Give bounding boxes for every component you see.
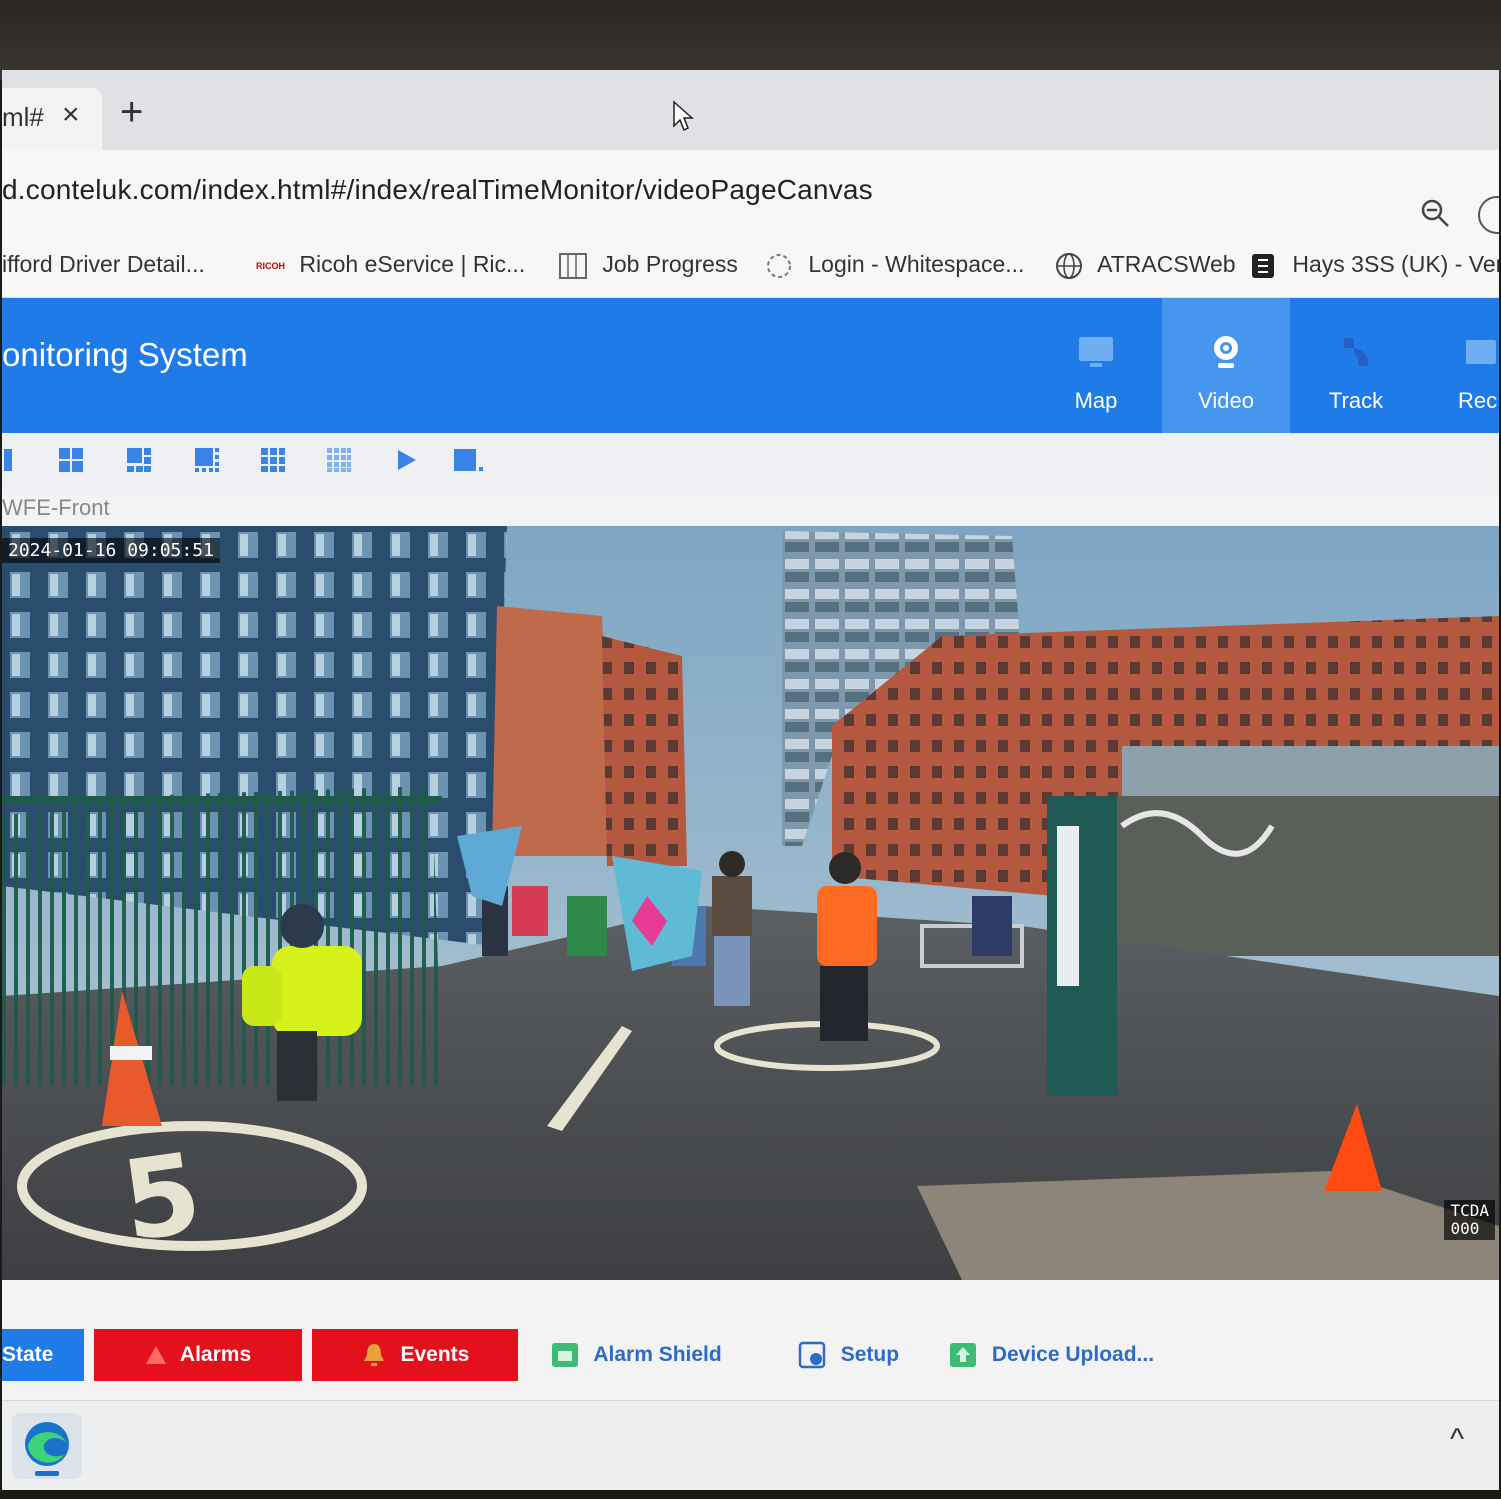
shield-icon — [552, 1343, 579, 1368]
video-feed[interactable]: 5 2024-01-16 09:05:51 TCDA 000 — [2, 526, 1499, 1280]
bookmark-label: ifford Driver Detail... — [2, 251, 205, 277]
bookmarks-bar: ifford Driver Detail... RICOH Ricoh eSer… — [2, 235, 1499, 298]
tab-label: Setup — [840, 1343, 900, 1366]
ws-icon — [767, 253, 791, 278]
layout-4-icon[interactable] — [58, 447, 84, 473]
nav-label: Track — [1328, 388, 1384, 413]
tab-label: State — [2, 1343, 54, 1366]
tab-alarm-shield[interactable]: Alarm Shield — [546, 1329, 726, 1381]
bookmark-job-progress[interactable]: Job Progress — [558, 251, 738, 280]
app-header: onitoring System Map Video Track Rec — [2, 298, 1499, 433]
bookmark-ricoh[interactable]: RICOH Ricoh eService | Ric... — [256, 251, 525, 278]
layout-6-icon[interactable] — [126, 447, 152, 473]
bookmark-driver-detail[interactable]: ifford Driver Detail... — [2, 251, 205, 278]
nav-record[interactable]: Rec — [1422, 298, 1499, 433]
mouse-cursor-icon — [673, 100, 694, 132]
browser-tab-strip: ml# × + — [2, 70, 1499, 150]
chevron-up-icon[interactable]: ^ — [1450, 1423, 1464, 1457]
tab-label: Events — [400, 1343, 470, 1366]
nav-map[interactable]: Map — [1032, 298, 1160, 433]
nav-video[interactable]: Video — [1162, 298, 1290, 433]
channel-label: WFE-Front — [2, 495, 110, 520]
bell-icon — [363, 1344, 384, 1367]
zoom-out-icon[interactable] — [1420, 198, 1450, 228]
record-icon — [1466, 340, 1496, 364]
monitor-bezel — [0, 0, 1501, 80]
edge-browser-icon[interactable] — [12, 1413, 82, 1479]
bookmark-label: Job Progress — [602, 251, 738, 277]
layout-8-icon[interactable] — [194, 447, 220, 473]
bookmark-atracsweb[interactable]: ATRACSWeb — [1054, 251, 1236, 281]
layout-1-icon[interactable] — [2, 447, 14, 473]
ricoh-logo-icon: RICOH — [256, 260, 285, 271]
nav-label: Rec — [1458, 388, 1498, 413]
bookmark-label: Hays 3SS (UK) - Ven... — [1292, 251, 1499, 278]
tab-state[interactable]: State — [2, 1329, 84, 1381]
address-bar[interactable]: d.conteluk.com/index.html#/index/realTim… — [2, 150, 1499, 235]
warning-icon — [145, 1346, 166, 1365]
tab-setup[interactable]: Setup — [788, 1329, 908, 1381]
screen: ml# × + d.conteluk.com/index.html#/index… — [2, 70, 1499, 1490]
nav-label: Video — [1198, 388, 1254, 413]
tab-device-upload[interactable]: Device Upload... — [946, 1329, 1156, 1381]
bookmark-label: Ricoh eService | Ric... — [299, 251, 526, 277]
hays-logo-icon — [1252, 254, 1274, 278]
nav-track[interactable]: Track — [1292, 298, 1420, 433]
bookmark-whitespace[interactable]: Login - Whitespace... — [764, 251, 1024, 280]
webcam-icon — [1214, 336, 1238, 368]
play-icon[interactable] — [394, 447, 420, 473]
url-text[interactable]: d.conteluk.com/index.html#/index/realTim… — [2, 174, 873, 206]
tab-label: Device Upload... — [991, 1343, 1155, 1366]
tab-events[interactable]: Events — [312, 1329, 518, 1381]
new-tab-button[interactable]: + — [120, 92, 143, 132]
video-corner-osd: TCDA 000 — [1444, 1200, 1495, 1240]
monitor-icon — [1079, 337, 1113, 367]
nav-label: Map — [1074, 388, 1118, 413]
camera-scene: 5 — [2, 526, 1499, 1280]
layout-9-icon[interactable] — [260, 447, 286, 473]
bookmark-label: Login - Whitespace... — [808, 251, 1025, 277]
tab-alarms[interactable]: Alarms — [94, 1329, 302, 1381]
video-layout-toolbar — [2, 433, 1499, 495]
tab-label: Alarm Shield — [593, 1343, 722, 1366]
windows-taskbar: ^ — [2, 1400, 1499, 1490]
stop-icon[interactable] — [452, 447, 486, 473]
app-title: onitoring System — [2, 336, 248, 373]
tab-label: Alarms — [179, 1343, 252, 1366]
track-icon — [1344, 338, 1368, 366]
upload-icon — [949, 1343, 976, 1368]
status-tabs-bar: State Alarms Events Alarm Shield Setup D… — [2, 1305, 1499, 1405]
table-icon — [559, 252, 587, 279]
tab-close-icon[interactable]: × — [62, 98, 80, 132]
bookmark-label: ATRACSWeb — [1097, 251, 1236, 278]
browser-tab[interactable]: ml# × — [2, 88, 102, 150]
setup-icon — [798, 1342, 826, 1369]
video-timestamp-osd: 2024-01-16 09:05:51 — [2, 538, 220, 563]
globe-icon — [1056, 253, 1082, 279]
layout-16-icon[interactable] — [326, 447, 352, 473]
bookmark-hays[interactable]: Hays 3SS (UK) - Ven... — [1248, 251, 1499, 281]
tab-title: ml# — [2, 102, 44, 132]
